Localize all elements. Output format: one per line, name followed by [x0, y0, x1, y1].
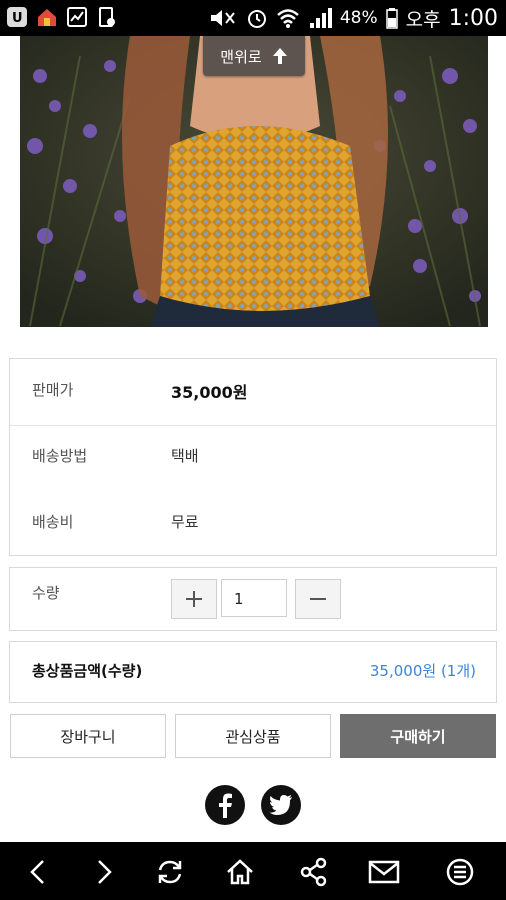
document-notify-icon: [99, 7, 115, 27]
total-value: 35,000원 (1개): [369, 662, 476, 680]
buy-now-label: 구매하기: [390, 727, 446, 746]
add-to-cart-button[interactable]: 장바구니: [10, 714, 166, 758]
browser-nav-bar: [0, 842, 506, 900]
quantity-label: 수량: [32, 584, 60, 602]
home-app-icon: [38, 9, 56, 26]
status-bar: U 48% 오후 1:00: [0, 0, 506, 36]
back-icon: [30, 860, 44, 884]
shipping-fee-value: 무료: [171, 513, 199, 531]
ampm-label: 오후: [405, 8, 441, 31]
shipping-fee-label: 배송비: [32, 513, 74, 531]
add-to-cart-label: 장바구니: [60, 727, 116, 746]
twitter-share-button[interactable]: [261, 785, 301, 825]
arrow-up-icon: [272, 48, 287, 64]
shipping-method-value: 택배: [171, 447, 199, 465]
mail-button[interactable]: [368, 856, 400, 888]
shipping-method-label: 배송방법: [32, 447, 88, 465]
wishlist-label: 관심상품: [225, 727, 281, 746]
battery-icon: [385, 8, 398, 29]
wifi-icon: [276, 9, 299, 28]
facebook-share-button[interactable]: [205, 785, 245, 825]
refresh-icon: [158, 860, 182, 884]
menu-icon: [446, 858, 474, 886]
back-to-top-button[interactable]: 맨위로: [203, 36, 305, 76]
price-label: 판매가: [32, 381, 74, 399]
total-label: 총상품금액(수량): [32, 662, 143, 680]
quantity-decrease-button[interactable]: [295, 579, 341, 619]
refresh-button[interactable]: [154, 856, 186, 888]
forward-icon: [98, 860, 112, 884]
svg-text:U: U: [12, 11, 23, 26]
info-divider: [10, 425, 496, 426]
menu-button[interactable]: [444, 856, 476, 888]
clock: 1:00: [448, 5, 498, 31]
quantity-increase-button[interactable]: [171, 579, 217, 619]
mail-icon: [368, 860, 400, 884]
quantity-box: 수량 1: [9, 567, 497, 631]
app-u-icon: U: [7, 7, 27, 27]
product-photo: [20, 36, 488, 327]
back-to-top-label: 맨위로: [220, 47, 262, 66]
mute-icon: [210, 10, 235, 26]
price-value: 35,000원: [171, 383, 248, 402]
minus-icon: [310, 598, 326, 600]
chart-notify-icon: [67, 7, 87, 27]
forward-button[interactable]: [88, 856, 120, 888]
share-button[interactable]: [298, 856, 330, 888]
plus-icon: [186, 591, 202, 607]
total-box: 총상품금액(수량) 35,000원 (1개): [9, 641, 497, 703]
facebook-icon: [219, 793, 232, 818]
home-icon: [227, 859, 253, 885]
battery-percent: 48%: [339, 8, 378, 28]
alarm-icon: [247, 10, 266, 28]
product-info-box: 판매가 35,000원 배송방법 택배 배송비 무료: [9, 358, 497, 556]
signal-icon: [309, 8, 332, 28]
wishlist-button[interactable]: 관심상품: [175, 714, 331, 758]
share-icon: [300, 857, 327, 887]
home-button[interactable]: [224, 856, 256, 888]
twitter-icon: [269, 795, 292, 815]
buy-now-button[interactable]: 구매하기: [340, 714, 496, 758]
back-button[interactable]: [22, 856, 54, 888]
quantity-input[interactable]: 1: [221, 579, 287, 617]
